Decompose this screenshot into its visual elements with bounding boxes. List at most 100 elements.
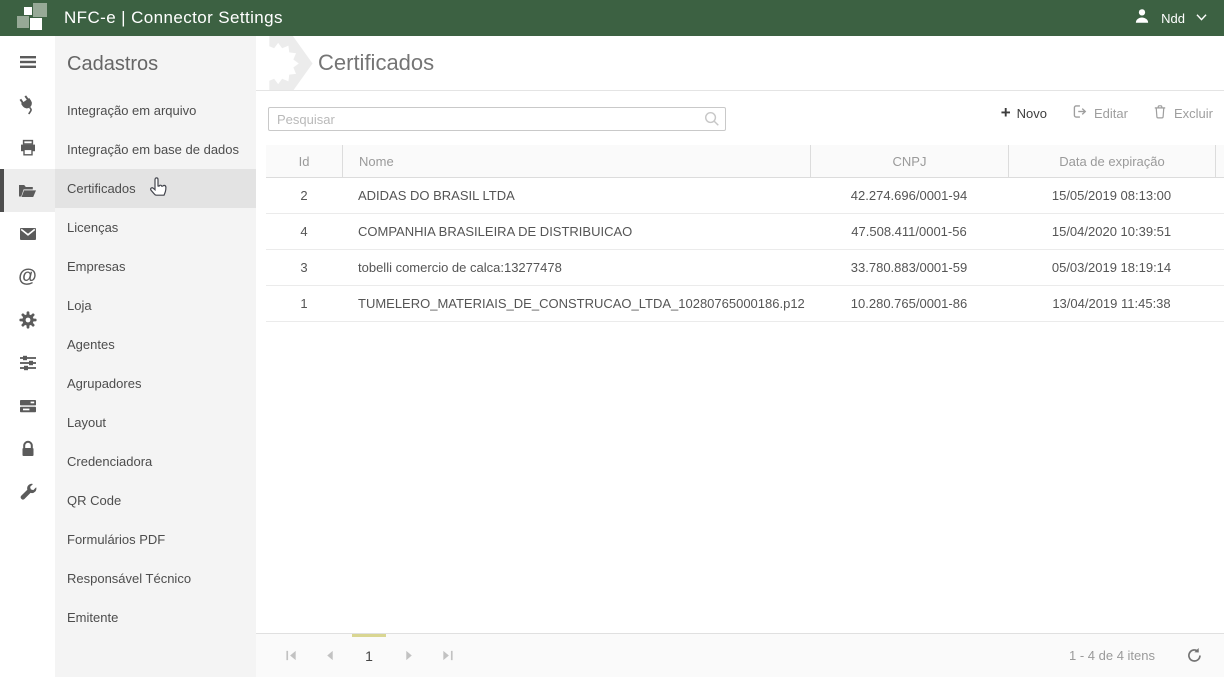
sidebar-item-formularios-pdf[interactable]: Formulários PDF xyxy=(55,520,256,559)
cell-expiracao: 13/04/2019 11:45:38 xyxy=(1008,286,1215,321)
cell-cnpj: 10.280.765/0001-86 xyxy=(810,286,1008,321)
delete-button-label: Excluir xyxy=(1174,106,1213,121)
icon-rail: @ xyxy=(0,36,55,677)
settings-gear-icon[interactable] xyxy=(0,298,55,341)
cell-expiracao: 15/04/2020 10:39:51 xyxy=(1008,214,1215,249)
sidebar-item-agrupadores[interactable]: Agrupadores xyxy=(55,364,256,403)
sidebar-item-licencas[interactable]: Licenças xyxy=(55,208,256,247)
column-header-cnpj[interactable]: CNPJ xyxy=(810,145,1008,177)
sidebar-item-label: Certificados xyxy=(67,181,136,196)
page-number-button[interactable]: 1 xyxy=(352,634,386,677)
certificates-table: Id Nome CNPJ Data de expiração 2 ADIDAS … xyxy=(266,145,1224,322)
cell-nome: COMPANHIA BRASILEIRA DE DISTRIBUICAO xyxy=(342,214,810,249)
column-header-nome[interactable]: Nome xyxy=(342,145,810,177)
delete-button[interactable]: Excluir xyxy=(1152,103,1213,123)
user-menu[interactable]: Ndd xyxy=(1133,0,1208,36)
cell-spacer xyxy=(1215,178,1224,213)
app-window: NFC-e | Connector Settings Ndd @ xyxy=(0,0,1224,677)
sidebar-item-label: QR Code xyxy=(67,493,121,508)
menu-icon[interactable] xyxy=(0,40,55,83)
sidebar-item-responsavel-tecnico[interactable]: Responsável Técnico xyxy=(55,559,256,598)
sidebar-item-label: Empresas xyxy=(67,259,126,274)
cell-nome: TUMELERO_MATERIAIS_DE_CONSTRUCAO_LTDA_10… xyxy=(342,286,810,321)
edit-button[interactable]: Editar xyxy=(1071,103,1128,123)
cell-spacer xyxy=(1215,250,1224,285)
server-icon[interactable] xyxy=(0,384,55,427)
sidebar-item-label: Licenças xyxy=(67,220,118,235)
last-page-button[interactable] xyxy=(435,634,459,677)
sidebar-item-label: Emitente xyxy=(67,610,118,625)
page-title: Certificados xyxy=(318,50,434,76)
hand-cursor xyxy=(147,177,169,204)
column-header-data-expiracao[interactable]: Data de expiração xyxy=(1008,145,1215,177)
cell-id: 1 xyxy=(266,286,342,321)
column-header-id[interactable]: Id xyxy=(266,145,342,177)
cell-nome: ADIDAS DO BRASIL LTDA xyxy=(342,178,810,213)
sidebar-item-label: Credenciadora xyxy=(67,454,152,469)
pager-items-count: 1 - 4 de 4 itens xyxy=(1069,648,1155,663)
next-page-button[interactable] xyxy=(397,634,421,677)
cell-id: 2 xyxy=(266,178,342,213)
table-row[interactable]: 1 TUMELERO_MATERIAIS_DE_CONSTRUCAO_LTDA_… xyxy=(266,286,1224,322)
cell-cnpj: 42.274.696/0001-94 xyxy=(810,178,1008,213)
plus-icon: + xyxy=(1001,104,1011,121)
at-sign-icon[interactable]: @ xyxy=(0,255,55,298)
printer-icon[interactable] xyxy=(0,126,55,169)
folder-open-icon[interactable] xyxy=(0,169,55,212)
table-row[interactable]: 3 tobelli comercio de calca:13277478 33.… xyxy=(266,250,1224,286)
logo-square xyxy=(30,18,42,30)
previous-page-button[interactable] xyxy=(317,634,341,677)
sliders-icon[interactable] xyxy=(0,341,55,384)
plug-icon[interactable] xyxy=(0,83,55,126)
toolbar-actions: + Novo Editar Excluir xyxy=(1001,103,1213,123)
sidebar-item-qr-code[interactable]: QR Code xyxy=(55,481,256,520)
cell-spacer xyxy=(1215,286,1224,321)
sidebar-item-empresas[interactable]: Empresas xyxy=(55,247,256,286)
sidebar-item-integracao-base-dados[interactable]: Integração em base de dados xyxy=(55,130,256,169)
table-row[interactable]: 4 COMPANHIA BRASILEIRA DE DISTRIBUICAO 4… xyxy=(266,214,1224,250)
trash-icon xyxy=(1152,103,1168,123)
toolbar: + Novo Editar Excluir xyxy=(256,91,1224,145)
main-content: Certificados + Novo Editar xyxy=(256,36,1224,677)
search-icon[interactable] xyxy=(703,110,721,133)
sidebar-item-agentes[interactable]: Agentes xyxy=(55,325,256,364)
new-button[interactable]: + Novo xyxy=(1001,105,1047,121)
sidebar-item-label: Integração em arquivo xyxy=(67,103,196,118)
sidebar-item-emitente[interactable]: Emitente xyxy=(55,598,256,637)
search-box xyxy=(268,107,726,131)
sidebar-item-loja[interactable]: Loja xyxy=(55,286,256,325)
sidebar-item-label: Responsável Técnico xyxy=(67,571,191,586)
certificate-seal-icon xyxy=(256,36,316,91)
first-page-button[interactable] xyxy=(279,634,303,677)
cell-expiracao: 15/05/2019 08:13:00 xyxy=(1008,178,1215,213)
table-header-row: Id Nome CNPJ Data de expiração xyxy=(266,145,1224,178)
refresh-icon[interactable] xyxy=(1182,634,1206,677)
sidebar-item-credenciadora[interactable]: Credenciadora xyxy=(55,442,256,481)
pager: 1 1 - 4 de 4 itens xyxy=(256,633,1224,677)
cell-spacer xyxy=(1215,214,1224,249)
lock-icon[interactable] xyxy=(0,427,55,470)
sidebar-item-label: Agentes xyxy=(67,337,115,352)
sidebar-item-integracao-arquivo[interactable]: Integração em arquivo xyxy=(55,91,256,130)
sidebar-item-label: Loja xyxy=(67,298,92,313)
sidebar-item-label: Agrupadores xyxy=(67,376,141,391)
sidebar-item-certificados[interactable]: Certificados xyxy=(55,169,256,208)
edit-button-label: Editar xyxy=(1094,106,1128,121)
table-row[interactable]: 2 ADIDAS DO BRASIL LTDA 42.274.696/0001-… xyxy=(266,178,1224,214)
logo-square xyxy=(17,16,29,28)
cell-cnpj: 47.508.411/0001-56 xyxy=(810,214,1008,249)
pager-nav: 1 xyxy=(272,634,466,677)
sidebar-title: Cadastros xyxy=(55,46,256,91)
mail-icon[interactable] xyxy=(0,212,55,255)
cell-id: 4 xyxy=(266,214,342,249)
sidebar-item-label: Integração em base de dados xyxy=(67,142,239,157)
logo-square xyxy=(24,7,32,15)
app-header: NFC-e | Connector Settings Ndd xyxy=(0,0,1224,36)
logo-square xyxy=(33,3,47,17)
ndd-logo xyxy=(13,2,55,34)
at-glyph: @ xyxy=(18,267,37,286)
sidebar-item-layout[interactable]: Layout xyxy=(55,403,256,442)
search-input[interactable] xyxy=(268,107,726,131)
wrench-icon[interactable] xyxy=(0,470,55,513)
sidebar-item-label: Formulários PDF xyxy=(67,532,165,547)
